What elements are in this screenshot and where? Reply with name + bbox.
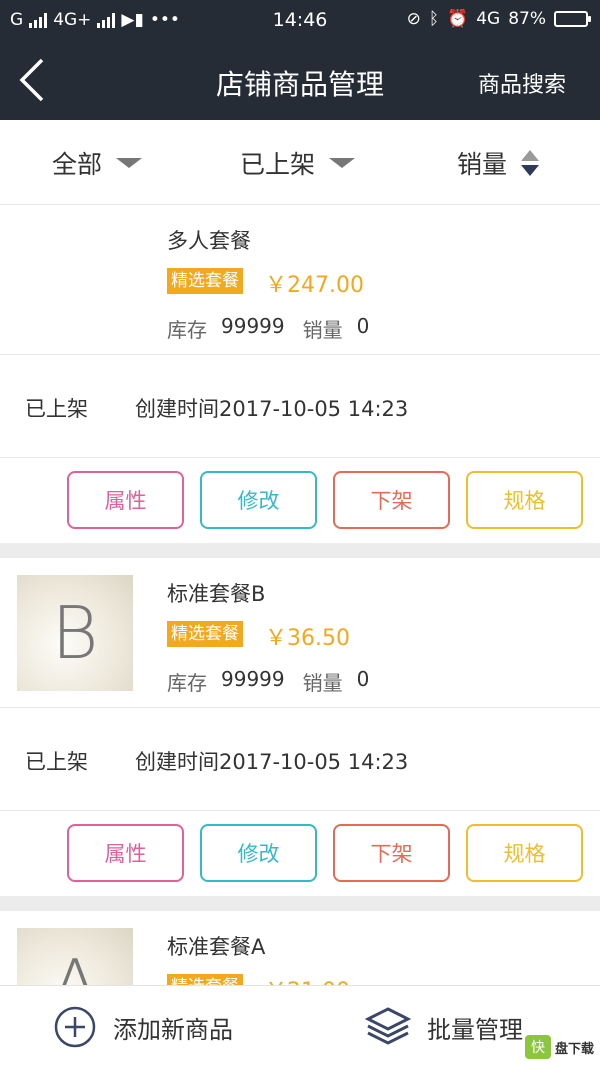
- product-card: B 标准套餐B 精选套餐 ￥36.50 库存 99999 销量 0 已上架 创建…: [0, 558, 600, 896]
- bluetooth-icon: ᛒ: [428, 9, 440, 29]
- edit-button[interactable]: 修改: [200, 471, 317, 529]
- product-name: 标准套餐B: [167, 582, 266, 606]
- battery-percent: 87%: [508, 9, 546, 29]
- watermark: 快 盘下载: [524, 1035, 594, 1059]
- nav-bar: 店铺商品管理 商品搜索: [0, 40, 600, 120]
- product-actions: 属性 修改 下架 规格: [0, 458, 600, 543]
- product-meta: 已上架 创建时间2017-10-05 14:23: [0, 708, 600, 811]
- product-price: ￥21.00: [265, 973, 350, 985]
- layers-icon: [365, 1007, 411, 1045]
- product-price: ￥36.50: [265, 626, 350, 651]
- shelf-status: 已上架: [25, 397, 88, 421]
- product-thumbnail: A: [17, 928, 133, 985]
- alarm-icon: ⏰: [447, 9, 469, 29]
- watermark-text: 盘下载: [554, 1041, 594, 1057]
- offshelf-button[interactable]: 下架: [333, 471, 450, 529]
- watermark-logo: 快: [524, 1035, 551, 1059]
- shelf-status: 已上架: [25, 750, 88, 774]
- filter-bar: 全部 已上架 销量: [0, 120, 600, 205]
- thumbnail-letter: B: [51, 591, 99, 675]
- sales-value: 0: [356, 667, 370, 691]
- spec-button[interactable]: 规格: [466, 471, 583, 529]
- product-card: 多人套餐 精选套餐 ￥247.00 库存 99999 销量 0 已上架 创建时间…: [0, 205, 600, 543]
- stock-row: 库存 99999 销量 0: [167, 314, 373, 343]
- attribute-button[interactable]: 属性: [67, 824, 184, 882]
- stock-value: 99999: [221, 667, 285, 691]
- product-info[interactable]: A 标准套餐A 精选套餐 ￥21.00: [0, 911, 600, 985]
- add-product-button[interactable]: 添加新商品: [53, 986, 233, 1067]
- filter-status[interactable]: 已上架: [240, 120, 356, 205]
- product-search-button[interactable]: 商品搜索: [478, 67, 566, 99]
- status-bar: G 4G+ ▶▮ ••• 14:46 ⊘ ᛒ ⏰ 4G 87%: [0, 0, 600, 40]
- filter-sort[interactable]: 销量: [457, 120, 540, 205]
- spec-button[interactable]: 规格: [466, 824, 583, 882]
- card-separator: [0, 896, 600, 911]
- battery-icon: [554, 11, 591, 27]
- caret-down-icon: [116, 157, 143, 168]
- batch-manage-label: 批量管理: [427, 1015, 523, 1044]
- sales-label: 销量: [302, 671, 343, 695]
- network-label-right: 4G: [476, 9, 501, 29]
- card-separator: [0, 543, 600, 558]
- stock-label: 库存: [167, 671, 207, 695]
- product-tag: 精选套餐: [167, 268, 243, 294]
- thumbnail-letter: A: [50, 944, 99, 985]
- add-product-label: 添加新商品: [113, 1015, 233, 1044]
- status-right: ⊘ ᛒ ⏰ 4G 87%: [406, 9, 591, 29]
- rotation-lock-icon: ⊘: [406, 9, 421, 29]
- edit-button[interactable]: 修改: [200, 824, 317, 882]
- stock-row: 库存 99999 销量 0: [167, 667, 373, 696]
- created-time: 创建时间2017-10-05 14:23: [135, 397, 409, 421]
- product-thumbnail: B: [17, 575, 133, 691]
- batch-manage-button[interactable]: 批量管理: [365, 986, 523, 1067]
- product-tag: 精选套餐: [167, 974, 243, 985]
- product-info[interactable]: B 标准套餐B 精选套餐 ￥36.50 库存 99999 销量 0: [0, 558, 600, 708]
- sales-label: 销量: [302, 318, 343, 342]
- stock-value: 99999: [221, 314, 285, 338]
- attribute-button[interactable]: 属性: [67, 471, 184, 529]
- product-name: 标准套餐A: [167, 935, 266, 959]
- sort-icon: [521, 149, 540, 176]
- offshelf-button[interactable]: 下架: [333, 824, 450, 882]
- product-info[interactable]: 多人套餐 精选套餐 ￥247.00 库存 99999 销量 0: [0, 205, 600, 355]
- sales-value: 0: [356, 314, 370, 338]
- product-price: ￥247.00: [265, 273, 364, 298]
- caret-down-icon: [329, 157, 356, 168]
- product-tag: 精选套餐: [167, 621, 243, 647]
- product-card: A 标准套餐A 精选套餐 ￥21.00: [0, 911, 600, 985]
- filter-category[interactable]: 全部: [52, 120, 143, 205]
- product-actions: 属性 修改 下架 规格: [0, 811, 600, 896]
- plus-circle-icon: [54, 1006, 96, 1048]
- created-time: 创建时间2017-10-05 14:23: [135, 750, 409, 774]
- stock-label: 库存: [167, 318, 207, 342]
- filter-category-label: 全部: [52, 149, 103, 179]
- filter-status-label: 已上架: [240, 149, 316, 179]
- product-meta: 已上架 创建时间2017-10-05 14:23: [0, 355, 600, 458]
- bottom-bar: 添加新商品 批量管理 快 盘下载: [0, 985, 600, 1067]
- product-name: 多人套餐: [167, 229, 251, 253]
- filter-sort-label: 销量: [457, 149, 508, 179]
